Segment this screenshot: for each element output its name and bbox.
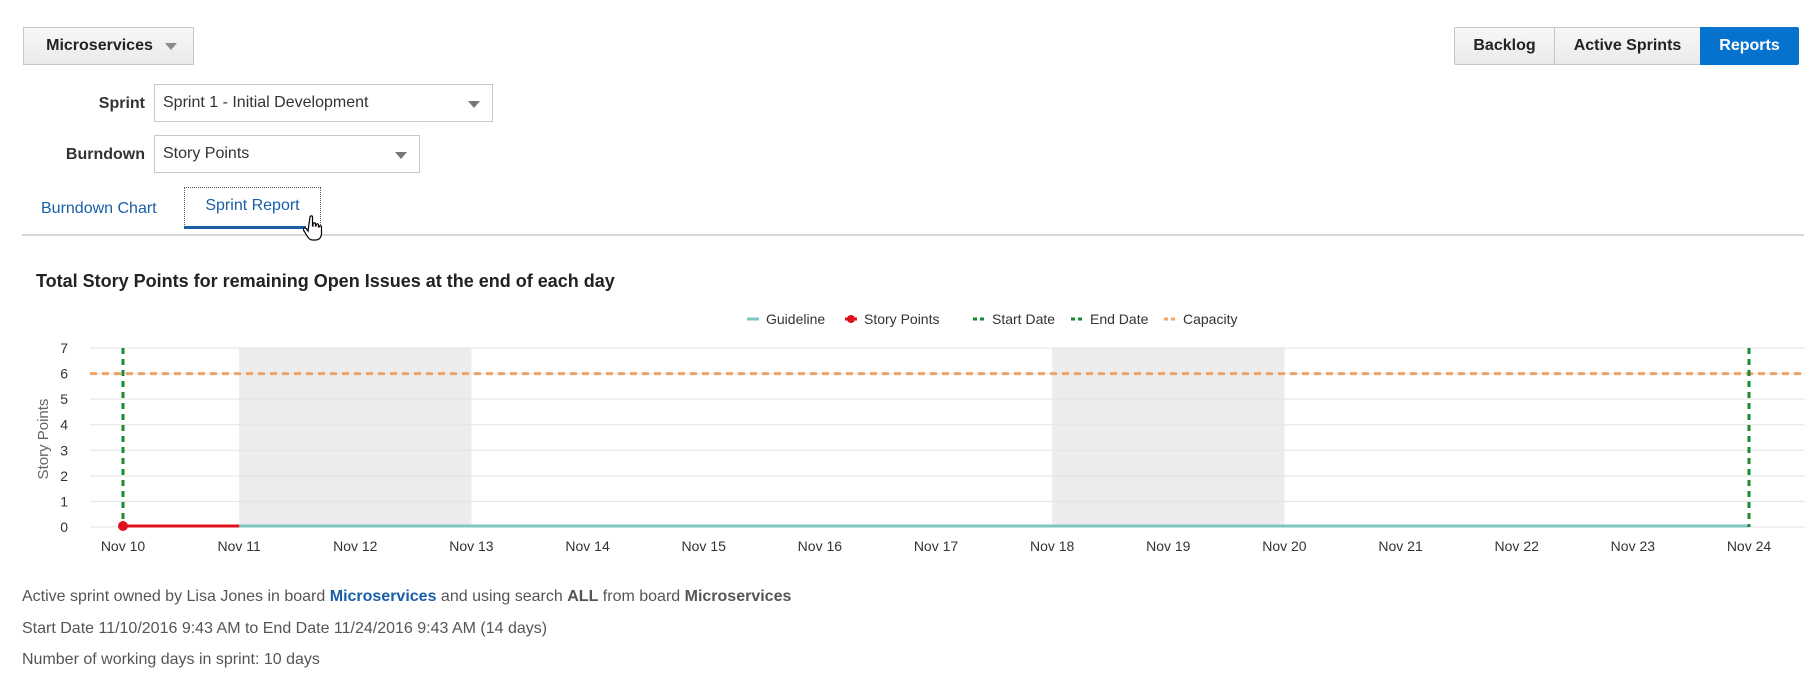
x-tick-label: Nov 15	[682, 538, 727, 554]
y-tick-label: 1	[60, 493, 68, 509]
x-tick-label: Nov 17	[914, 538, 959, 554]
x-tick-label: Nov 14	[565, 538, 610, 554]
x-tick-label: Nov 21	[1378, 538, 1423, 554]
burndown-label: Burndown	[65, 146, 145, 163]
board-link[interactable]: Microservices	[330, 588, 437, 605]
caret-down-icon	[395, 152, 407, 159]
sprint-owner-info: Active sprint owned by Lisa Jones in boa…	[22, 588, 791, 606]
legend-item[interactable]: End Date	[1071, 311, 1149, 327]
x-tick-label: Nov 18	[1030, 538, 1075, 554]
story-points-marker	[118, 521, 128, 531]
x-tick-label: Nov 20	[1262, 538, 1307, 554]
sprint-label: Sprint	[98, 95, 145, 112]
legend-item[interactable]: Capacity	[1164, 311, 1237, 327]
nav-reports-button[interactable]: Reports	[1700, 27, 1799, 65]
info-text: from board	[602, 588, 681, 605]
board-name: Microservices	[684, 588, 792, 605]
info-text: Active sprint owned by Lisa Jones in boa…	[22, 588, 326, 605]
tab-sprint-report[interactable]: Sprint Report	[184, 187, 321, 229]
burndown-select-value: Story Points	[163, 145, 250, 162]
x-tick-label: Nov 10	[101, 538, 146, 554]
legend-item[interactable]: Story Points	[845, 311, 939, 327]
sprint-dates-info: Start Date 11/10/2016 9:43 AM to End Dat…	[22, 620, 548, 637]
nav-backlog-button[interactable]: Backlog	[1454, 27, 1555, 65]
tabs-divider	[22, 234, 1804, 236]
sprint-select-value: Sprint 1 - Initial Development	[163, 94, 369, 111]
legend-label: Story Points	[864, 311, 939, 327]
y-tick-label: 0	[60, 519, 68, 535]
board-selector-button[interactable]: Microservices	[23, 27, 194, 65]
legend-label: Start Date	[992, 311, 1055, 327]
x-tick-label: Nov 22	[1495, 538, 1540, 554]
search-name: ALL	[567, 588, 599, 605]
legend-marker	[847, 315, 855, 323]
nav-active-sprints-button[interactable]: Active Sprints	[1554, 27, 1701, 65]
burndown-chart: 0 1 2 3 4 5 6 7 Nov 10 Nov 11 Nov 12 Nov 13 Nov 14 N…	[35, 311, 1805, 554]
caret-down-icon	[468, 101, 480, 108]
x-tick-label: Nov 19	[1146, 538, 1191, 554]
y-axis-label: Story Points	[35, 399, 52, 480]
board-selector-label: Microservices	[46, 37, 153, 54]
x-tick-label: Nov 23	[1611, 538, 1656, 554]
info-text: and using search	[440, 588, 563, 605]
y-tick-label: 7	[60, 340, 68, 356]
x-tick-label: Nov 24	[1727, 538, 1772, 554]
legend-label: End Date	[1090, 311, 1149, 327]
tab-burndown-chart[interactable]: Burndown Chart	[41, 200, 157, 218]
x-tick-label: Nov 13	[449, 538, 494, 554]
x-tick-label: Nov 16	[798, 538, 843, 554]
x-tick-label: Nov 11	[217, 538, 261, 554]
y-tick-label: 3	[60, 442, 68, 458]
active-tab-indicator	[184, 226, 306, 229]
legend-item[interactable]: Start Date	[973, 311, 1055, 327]
legend-label: Capacity	[1183, 311, 1237, 327]
x-tick-label: Nov 12	[333, 538, 378, 554]
y-tick-label: 2	[60, 468, 68, 484]
caret-down-icon	[165, 43, 177, 50]
sprint-select[interactable]: Sprint 1 - Initial Development	[154, 84, 493, 122]
burndown-select[interactable]: Story Points	[154, 135, 420, 173]
y-tick-label: 4	[60, 417, 68, 433]
y-tick-label: 6	[60, 366, 68, 382]
legend-label: Guideline	[766, 311, 825, 327]
legend-item[interactable]: Guideline	[747, 311, 825, 327]
working-days-info: Number of working days in sprint: 10 day…	[22, 651, 320, 668]
chart-title: Total Story Points for remaining Open Is…	[36, 271, 615, 291]
y-tick-label: 5	[60, 391, 68, 407]
hand-pointer-icon	[303, 215, 323, 241]
